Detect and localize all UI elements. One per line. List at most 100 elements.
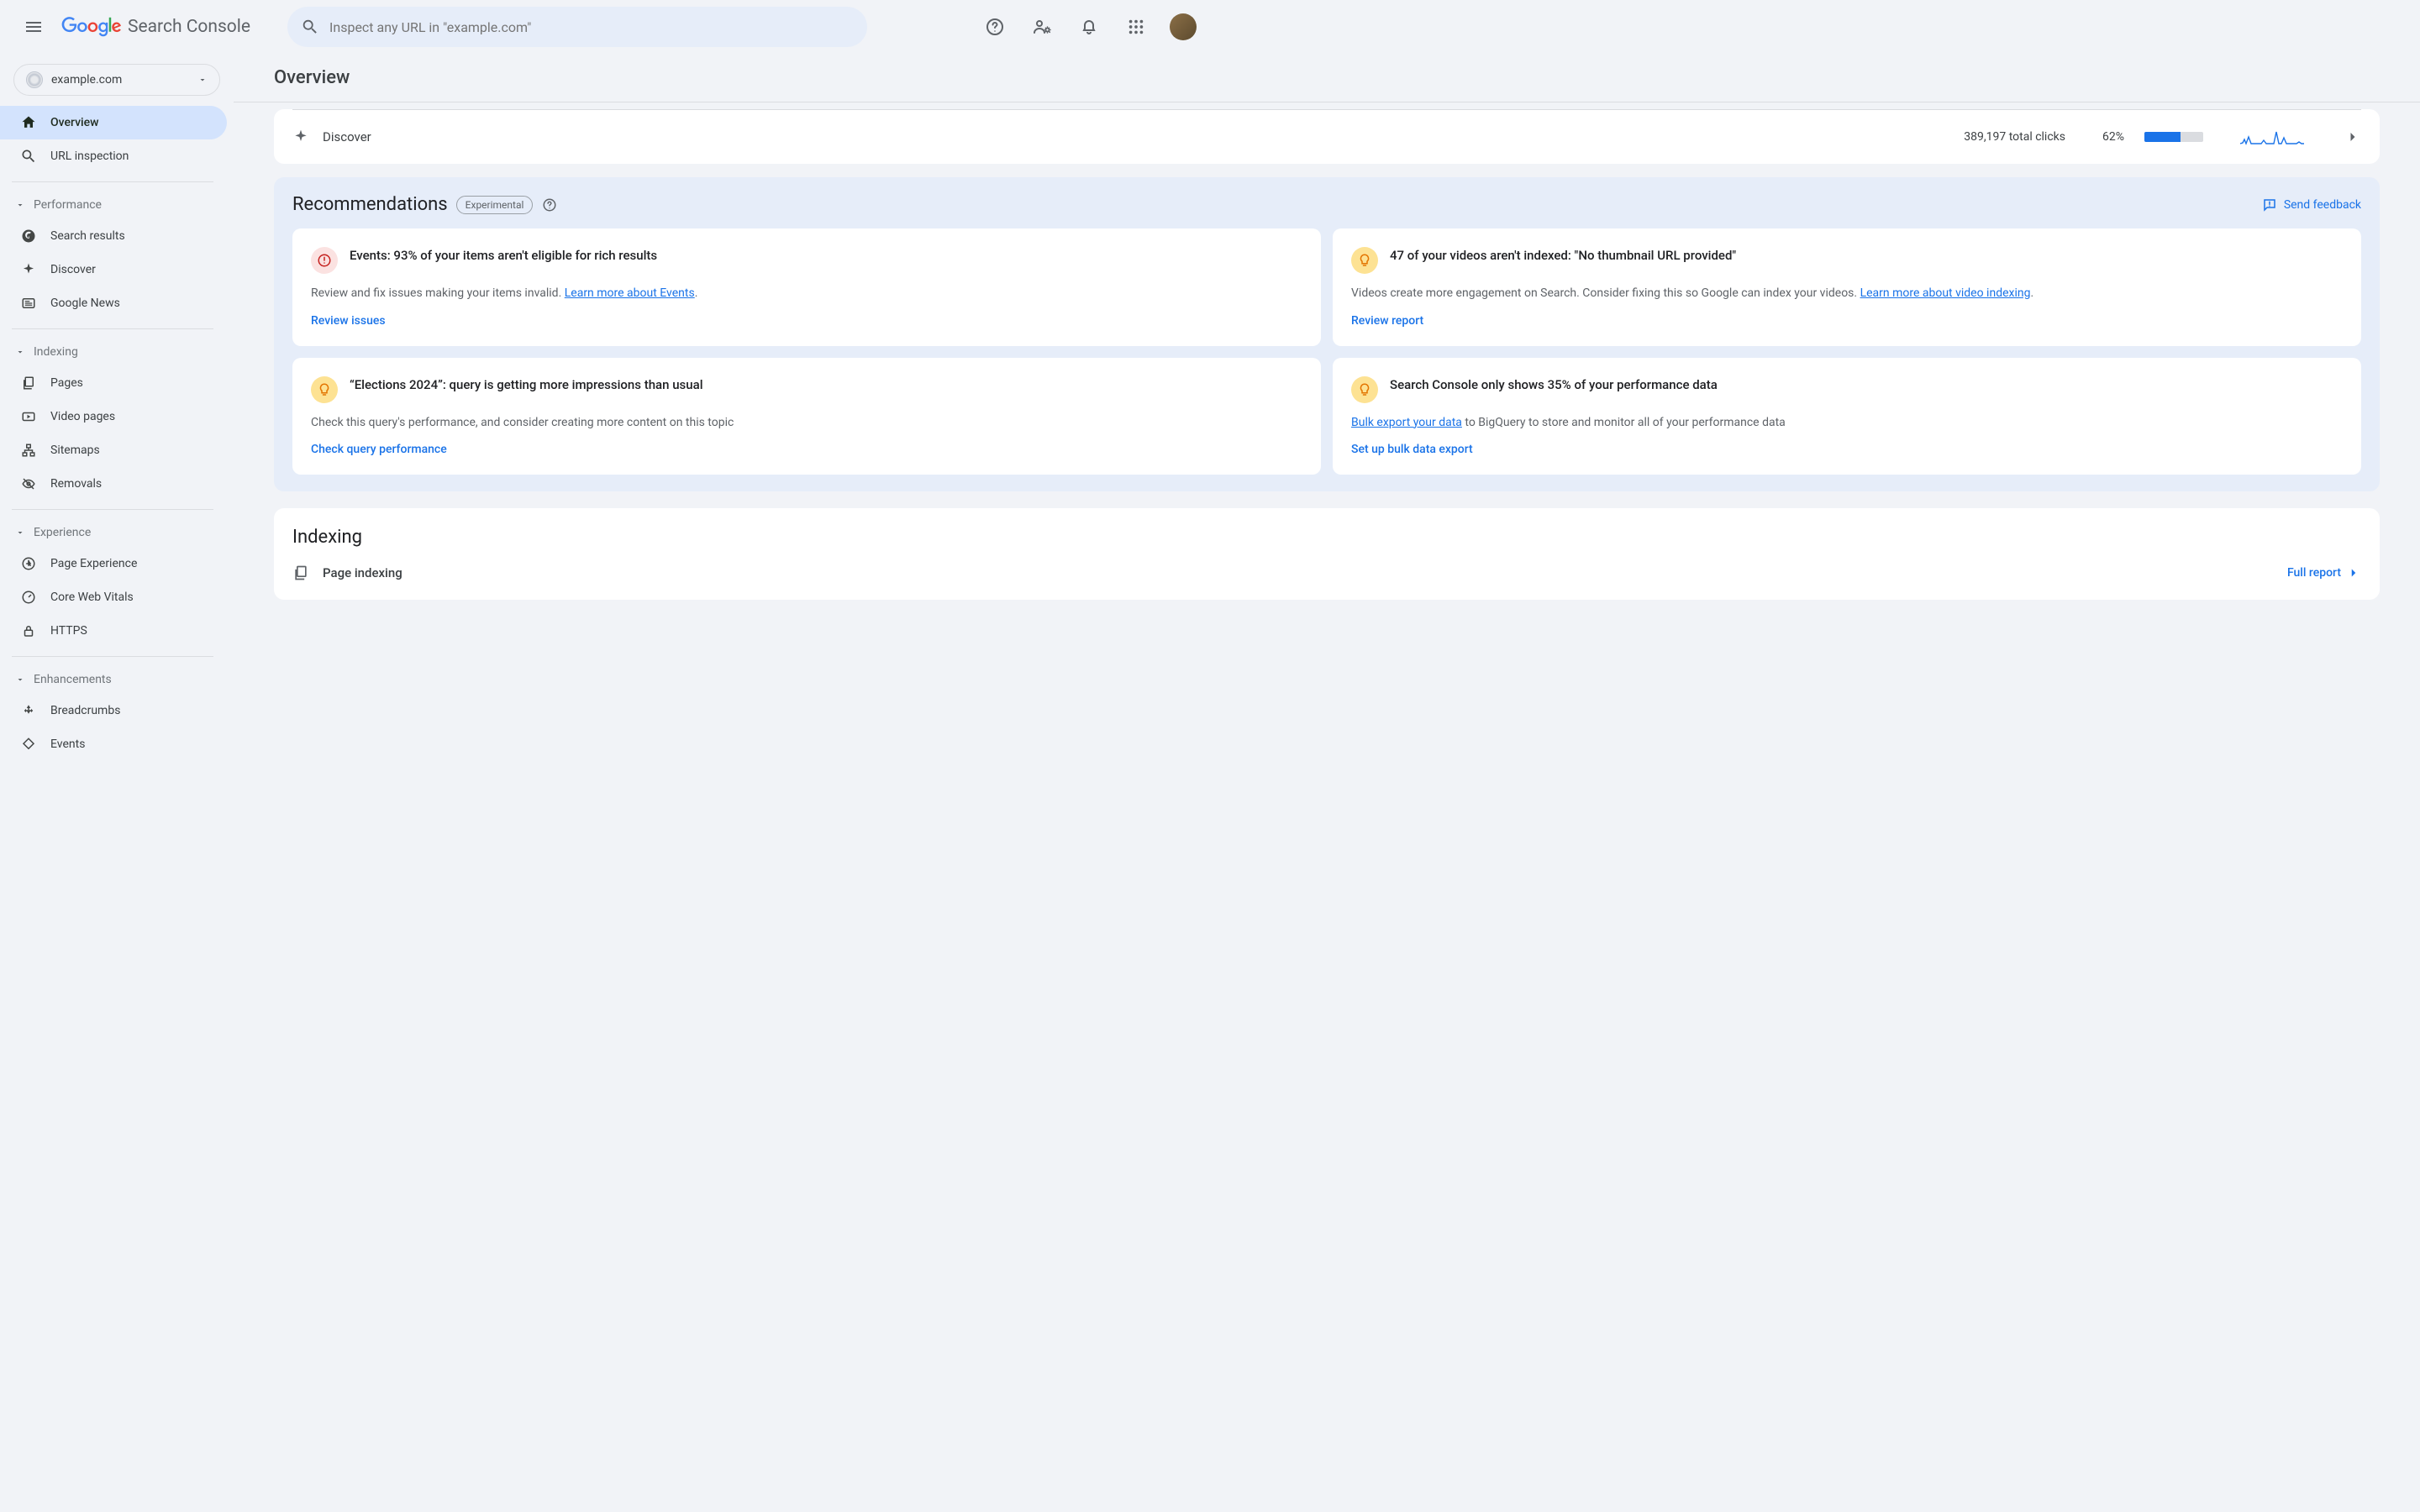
video-icon xyxy=(20,408,37,425)
recommendations-help[interactable] xyxy=(541,197,558,213)
sidebar: example.com Overview URL inspection Perf… xyxy=(0,54,234,1512)
apps-button[interactable] xyxy=(1119,10,1153,44)
sidebar-item-label: Overview xyxy=(50,116,98,129)
recommendations-section: Recommendations Experimental Send feedba… xyxy=(274,177,2380,491)
reco-card-bulk-export: Search Console only shows 35% of your pe… xyxy=(1333,358,2361,475)
property-domain: example.com xyxy=(51,73,197,87)
reco-description: Review and fix issues making your items … xyxy=(311,286,1302,302)
discover-row[interactable]: Discover 389,197 total clicks 62% xyxy=(274,110,2380,164)
sidebar-item-search-results[interactable]: Search results xyxy=(0,219,227,253)
recommendations-title: Recommendations xyxy=(292,194,448,215)
discover-sparkline xyxy=(2240,127,2304,147)
notifications-button[interactable] xyxy=(1072,10,1106,44)
badge-icon xyxy=(20,555,37,572)
bell-icon xyxy=(1079,17,1099,37)
users-button[interactable] xyxy=(1025,10,1059,44)
sidebar-item-url-inspection[interactable]: URL inspection xyxy=(0,139,227,173)
reco-title: Events: 93% of your items aren't eligibl… xyxy=(350,247,657,274)
setup-bulk-export-button[interactable]: Set up bulk data export xyxy=(1351,443,2343,456)
indexing-card: Indexing Page indexing Full report xyxy=(274,508,2380,600)
chevron-right-icon xyxy=(2346,565,2361,580)
feedback-icon xyxy=(2262,197,2277,213)
sidebar-section-indexing[interactable]: Indexing xyxy=(0,338,234,366)
account-avatar[interactable] xyxy=(1170,13,1197,40)
sidebar-item-video-pages[interactable]: Video pages xyxy=(0,400,227,433)
news-icon xyxy=(20,295,37,312)
help-button[interactable] xyxy=(978,10,1012,44)
sidebar-item-events[interactable]: Events xyxy=(0,727,227,761)
reco-title: 47 of your videos aren't indexed: "No th… xyxy=(1390,247,1736,274)
sidebar-section-experience[interactable]: Experience xyxy=(0,518,234,547)
sidebar-item-page-experience[interactable]: Page Experience xyxy=(0,547,227,580)
section-title: Performance xyxy=(34,198,102,212)
url-inspect-search[interactable] xyxy=(287,7,867,47)
hamburger-menu-button[interactable] xyxy=(13,7,54,47)
sidebar-section-performance[interactable]: Performance xyxy=(0,191,234,219)
reco-card-videos: 47 of your videos aren't indexed: "No th… xyxy=(1333,228,2361,346)
reco-card-elections: “Elections 2024”: query is getting more … xyxy=(292,358,1321,475)
sidebar-item-breadcrumbs[interactable]: Breadcrumbs xyxy=(0,694,227,727)
chevron-down-icon xyxy=(15,200,25,210)
chevron-right-icon xyxy=(2344,129,2361,145)
hamburger-icon xyxy=(24,17,44,37)
reco-description: Check this query's performance, and cons… xyxy=(311,415,1302,432)
apps-grid-icon xyxy=(1127,18,1145,36)
review-report-button[interactable]: Review report xyxy=(1351,314,2343,328)
sitemap-icon xyxy=(20,442,37,459)
sidebar-item-https[interactable]: HTTPS xyxy=(0,614,227,648)
lightbulb-icon xyxy=(1351,376,1378,403)
check-query-button[interactable]: Check query performance xyxy=(311,443,1302,456)
help-icon xyxy=(985,17,1005,37)
sidebar-item-core-web-vitals[interactable]: Core Web Vitals xyxy=(0,580,227,614)
eye-off-icon xyxy=(20,475,37,492)
sidebar-item-label: URL inspection xyxy=(50,150,129,163)
gauge-icon xyxy=(20,589,37,606)
globe-icon xyxy=(26,71,43,88)
breadcrumb-icon xyxy=(20,702,37,719)
send-feedback-button[interactable]: Send feedback xyxy=(2262,197,2361,213)
sparkle-icon xyxy=(20,261,37,278)
reco-description: Bulk export your data to BigQuery to sto… xyxy=(1351,415,2343,432)
url-inspect-input[interactable] xyxy=(329,19,854,35)
product-logo: Search Console xyxy=(60,17,250,37)
sidebar-item-google-news[interactable]: Google News xyxy=(0,286,227,320)
g-icon xyxy=(20,228,37,244)
discover-pct: 62% xyxy=(2102,130,2124,144)
help-icon xyxy=(542,197,557,213)
product-name: Search Console xyxy=(128,17,250,37)
chevron-down-icon xyxy=(197,75,208,85)
sidebar-section-enhancements[interactable]: Enhancements xyxy=(0,665,234,694)
bulk-export-link[interactable]: Bulk export your data xyxy=(1351,416,1462,429)
review-issues-button[interactable]: Review issues xyxy=(311,314,1302,328)
sidebar-item-pages[interactable]: Pages xyxy=(0,366,227,400)
property-selector[interactable]: example.com xyxy=(13,64,220,96)
sparkle-icon xyxy=(292,129,309,145)
reco-title: Search Console only shows 35% of your pe… xyxy=(1390,376,1718,403)
learn-more-link[interactable]: Learn more about video indexing xyxy=(1860,286,2031,300)
discover-label: Discover xyxy=(323,129,371,144)
sidebar-item-discover[interactable]: Discover xyxy=(0,253,227,286)
sidebar-item-removals[interactable]: Removals xyxy=(0,467,227,501)
google-logo-icon xyxy=(60,17,123,37)
pages-icon xyxy=(292,564,309,581)
sidebar-item-sitemaps[interactable]: Sitemaps xyxy=(0,433,227,467)
sidebar-item-overview[interactable]: Overview xyxy=(0,106,227,139)
experimental-badge: Experimental xyxy=(456,196,534,214)
search-icon xyxy=(301,18,319,36)
chevron-down-icon xyxy=(15,675,25,685)
diamond-icon xyxy=(20,736,37,753)
page-title: Overview xyxy=(274,67,350,88)
chevron-down-icon xyxy=(15,528,25,538)
discover-clicks: 389,197 total clicks xyxy=(1964,130,2065,144)
page-indexing-label: Page indexing xyxy=(323,565,402,580)
lightbulb-icon xyxy=(1351,247,1378,274)
indexing-title: Indexing xyxy=(292,527,2361,548)
learn-more-link[interactable]: Learn more about Events xyxy=(565,286,695,300)
reco-card-events: Events: 93% of your items aren't eligibl… xyxy=(292,228,1321,346)
full-report-button[interactable]: Full report xyxy=(2287,565,2361,580)
search-icon xyxy=(20,148,37,165)
performance-card: Discover 389,197 total clicks 62% xyxy=(274,109,2380,164)
lightbulb-icon xyxy=(311,376,338,403)
page-indexing-row[interactable]: Page indexing Full report xyxy=(292,564,2361,581)
pages-icon xyxy=(20,375,37,391)
